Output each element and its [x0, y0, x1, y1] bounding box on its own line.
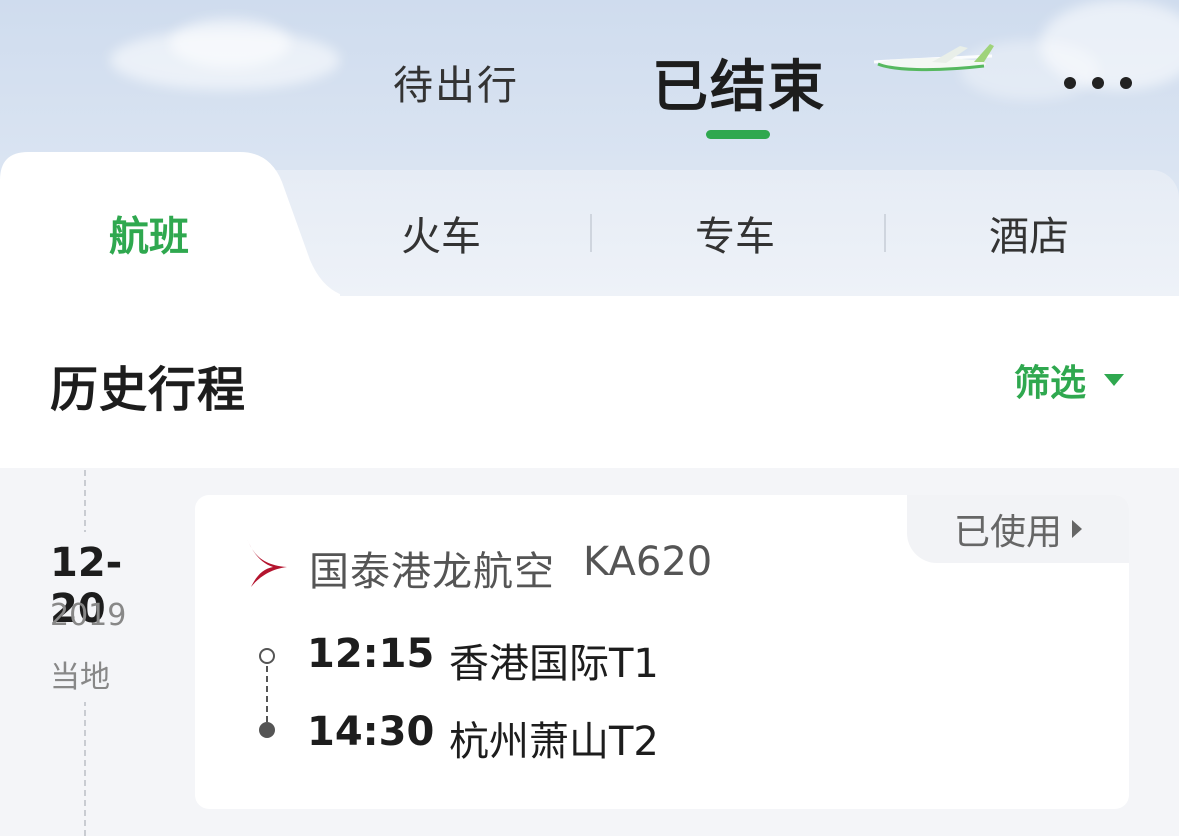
filter-button[interactable]: 筛选: [1014, 358, 1125, 404]
trip-date: 12-20 2019 当地: [30, 532, 150, 702]
airline-name: 国泰港龙航空: [309, 549, 555, 595]
arrival-dot-icon: [259, 722, 275, 738]
departure-airport: 香港国际T1: [449, 641, 659, 687]
section-title: 历史行程: [50, 362, 247, 418]
cloud-decoration: [170, 18, 290, 68]
arrival-time: 14:30: [307, 709, 435, 755]
tab-ended[interactable]: 已结束: [652, 46, 826, 120]
active-tab-indicator: [706, 130, 770, 139]
caret-down-icon: [1104, 374, 1125, 386]
tab-pending[interactable]: 待出行: [393, 50, 519, 114]
category-tab-flight[interactable]: 航班: [60, 208, 238, 260]
more-dot: [1120, 77, 1132, 89]
airline-logo-icon: [247, 539, 287, 587]
trip-card[interactable]: 已使用 国泰港龙航空 KA620 12:15 香港国际T1 14:30 杭州萧山…: [195, 495, 1129, 809]
status-label: 已使用: [953, 512, 1062, 553]
category-tab-hotel[interactable]: 酒店: [940, 208, 1118, 260]
departure-dot-icon: [259, 648, 275, 664]
tab-divider: [884, 214, 886, 252]
more-dot: [1092, 77, 1104, 89]
flight-number: KA620: [583, 539, 713, 585]
status-badge: 已使用: [907, 495, 1129, 563]
chevron-right-icon: [1072, 520, 1082, 538]
more-options-button[interactable]: [1064, 68, 1132, 98]
tab-divider: [590, 214, 592, 252]
trip-date-year: 2019: [50, 598, 127, 633]
history-section-header: 历史行程 筛选: [0, 296, 1179, 468]
category-tab-car[interactable]: 专车: [646, 208, 824, 260]
category-tab-bar: 航班 火车 专车 酒店: [0, 152, 1179, 302]
departure-time: 12:15: [307, 631, 435, 677]
filter-label: 筛选: [1014, 363, 1087, 404]
airplane-icon: [873, 44, 994, 72]
more-dot: [1064, 77, 1076, 89]
arrival-airport: 杭州萧山T2: [449, 719, 659, 765]
trip-timezone-label: 当地: [50, 660, 110, 695]
route-line: [266, 666, 268, 722]
category-tab-train[interactable]: 火车: [352, 208, 530, 260]
